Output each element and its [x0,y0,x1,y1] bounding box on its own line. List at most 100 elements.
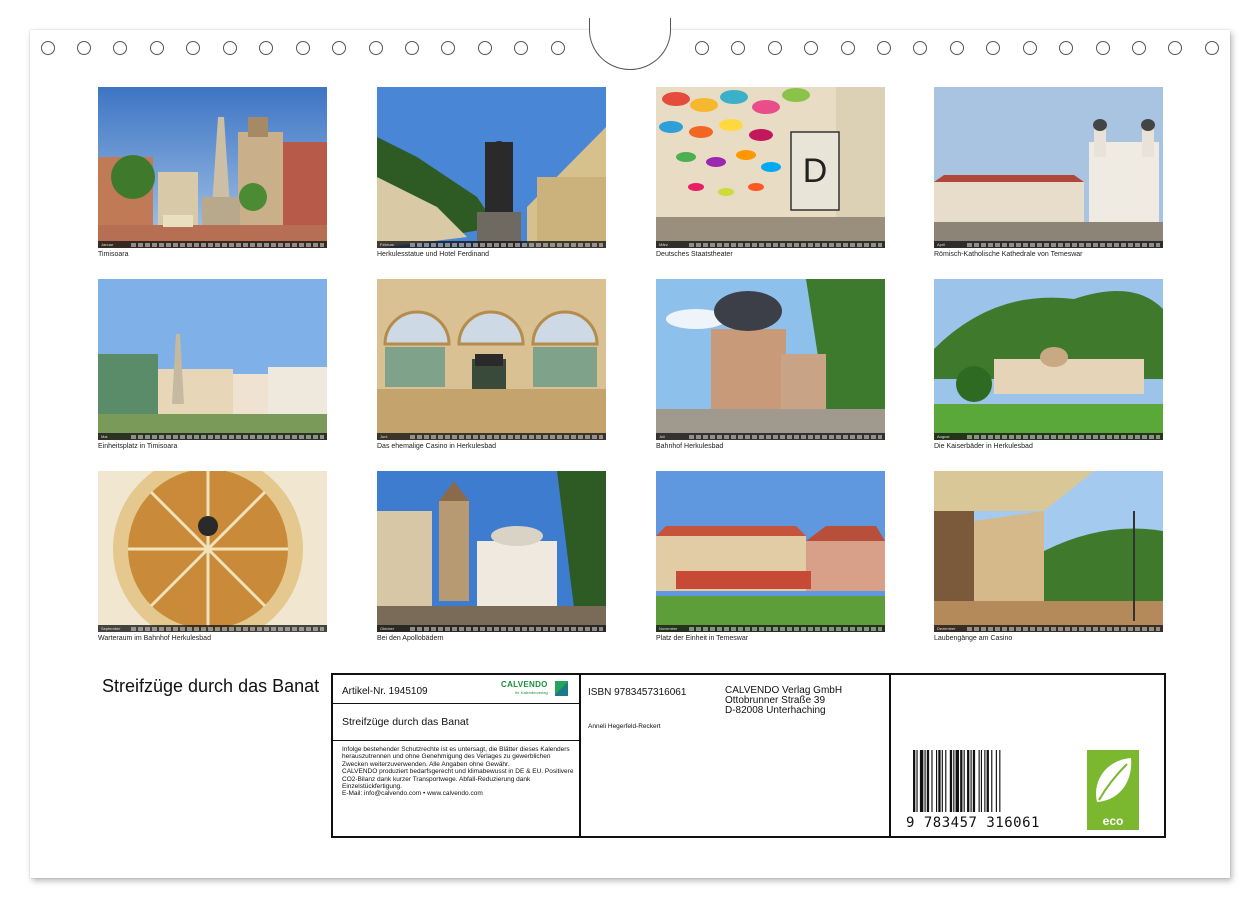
binding-hole [695,41,709,55]
binding-hole [1205,41,1219,55]
binding-hole [913,41,927,55]
photo-card: D März Deutsches Staatstheater [656,87,885,258]
binding-hole [41,41,55,55]
binding-hole [1132,41,1146,55]
isbn: ISBN 9783457316061 [588,687,687,698]
author: Anneli Hegerfeld-Reckert [588,723,661,730]
article-number: Artikel-Nr. 1945109 [342,686,428,697]
binding-hole [150,41,164,55]
binding-hole [551,41,565,55]
info-column-right: 9 783457 316061 eco [891,675,1164,836]
calvendo-flag-icon [555,681,568,696]
photo-card: Juli Bahnhof Herkulesbad [656,279,885,450]
photo-card: Oktober Bei den Apollobädern [377,471,606,642]
svg-text:D: D [803,152,828,190]
photo-card: Februar Herkulesstatue und Hotel Ferdina… [377,87,606,258]
month-label: Mai [101,434,108,439]
calvendo-logo-text: CALVENDO [501,680,548,689]
month-strip: März [656,241,885,248]
month-strip: Juni [377,433,606,440]
photo: Oktober [377,471,606,632]
binding-hole [841,41,855,55]
month-label: Oktober [380,626,395,631]
month-label: Februar [380,242,395,247]
binding-hole [877,41,891,55]
binding-hole [186,41,200,55]
info-box: Artikel-Nr. 1945109 CALVENDO Ihr Kalende… [331,673,1166,838]
month-label: August [937,434,950,439]
photo-caption: Bei den Apollobädern [377,635,444,642]
legal-line: E-Mail: info@calvendo.com • www.calvendo… [342,790,483,798]
title-row: Streifzüge durch das Banat [333,704,579,741]
binding-hole [804,41,818,55]
photo-card: Juni Das ehemalige Casino in Herkulesbad [377,279,606,450]
month-strip: September [98,625,327,632]
month-strip: Oktober [377,625,606,632]
photo-card: September Warteraum im Bahnhof Herkulesb… [98,471,327,642]
publisher-city: D-82008 Unterhaching [725,705,826,716]
photo: Januar [98,87,327,248]
binding-hole [332,41,346,55]
month-label: Januar [101,242,114,247]
calvendo-logo: CALVENDO Ihr Kalenderverlag [501,680,569,698]
photo-caption: Timisoara [98,251,129,258]
month-label: Juni [380,434,388,439]
calvendo-logo-subtitle: Ihr Kalenderverlag [515,690,548,695]
binding-hole [296,41,310,55]
month-label: März [659,242,668,247]
legal-line: CALVENDO produziert bedarfsgerecht und k… [342,768,574,791]
photo-card: Januar Timisoara [98,87,327,258]
photo-caption: Platz der Einheit in Temeswar [656,635,749,642]
binding-hole [514,41,528,55]
binding-hole [986,41,1000,55]
month-label: April [937,242,946,247]
photo-caption: Deutsches Staatstheater [656,251,733,258]
calendar-title-small: Streifzüge durch das Banat [342,716,469,728]
month-strip: Dezember [934,625,1163,632]
photo-card: Mai Einheitsplatz in Timisoara [98,279,327,450]
photo: April [934,87,1163,248]
month-label: Dezember [937,626,956,631]
photo-card: Dezember Laubengänge am Casino [934,471,1163,642]
photo-caption: Die Kaiserbäder in Herkulesbad [934,443,1033,450]
binding-hole [441,41,455,55]
binding-hole [77,41,91,55]
photo-card: August Die Kaiserbäder in Herkulesbad [934,279,1163,450]
barcode-number: 9 783457 316061 [906,815,1040,831]
binding-hole [1168,41,1182,55]
photo-caption: Laubengänge am Casino [934,635,1013,642]
photo-caption: Bahnhof Herkulesbad [656,443,724,450]
publisher-address: CALVENDO Verlag GmbH Ottobrunner Straße … [725,686,842,716]
month-label: November [659,626,678,631]
photo: Juli [656,279,885,440]
binding-hole [1096,41,1110,55]
eco-leaf-icon: eco [1087,750,1139,830]
photo-card: April Römisch-Katholische Kathedrale von… [934,87,1163,258]
info-column-left: Artikel-Nr. 1945109 CALVENDO Ihr Kalende… [333,675,581,836]
binding-hole [223,41,237,55]
month-strip: Juli [656,433,885,440]
month-strip: Januar [98,241,327,248]
month-strip: November [656,625,885,632]
binding-hole [369,41,383,55]
photo: Mai [98,279,327,440]
photo: Dezember [934,471,1163,632]
photo-caption: Das ehemalige Casino in Herkulesbad [377,443,497,450]
photo-caption: Herkulesstatue und Hotel Ferdinand [377,251,490,258]
photo: August [934,279,1163,440]
photo: September [98,471,327,632]
binding-hole [1023,41,1037,55]
photo-card: November Platz der Einheit in Temeswar [656,471,885,642]
photo: D März [656,87,885,248]
month-strip: Februar [377,241,606,248]
month-strip: April [934,241,1163,248]
photo-caption: Einheitsplatz in Timisoara [98,443,178,450]
photo-caption: Warteraum im Bahnhof Herkulesbad [98,635,211,642]
binding-hole [259,41,273,55]
binding-hole [113,41,127,55]
month-label: September [101,626,121,631]
legal-line: Infolge bestehender Schutzrechte ist es … [342,746,570,768]
info-column-middle: ISBN 9783457316061 Anneli Hegerfeld-Reck… [579,675,891,836]
binding-hole [405,41,419,55]
binding-holes [0,0,1260,70]
